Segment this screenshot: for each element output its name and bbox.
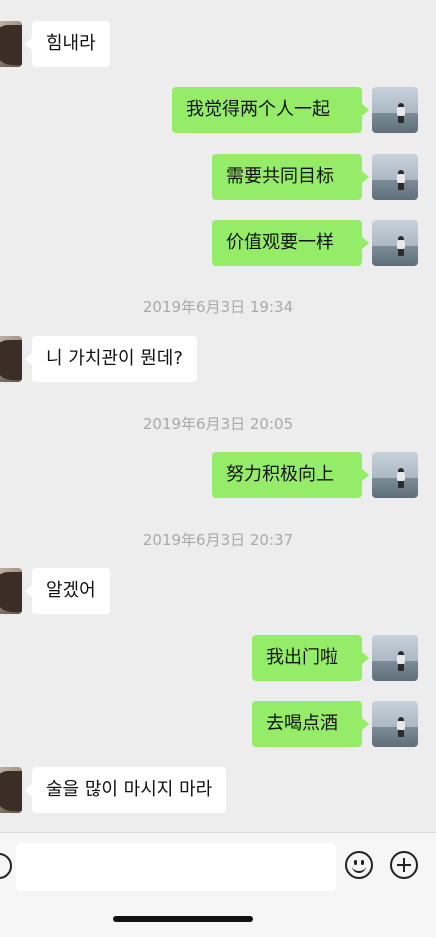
received-message-bubble[interactable]: 술을 많이 마시지 마라 [24, 767, 227, 813]
sent-message-bubble[interactable]: 需要共同目标 [212, 154, 369, 200]
message-row: 我出门啦 [0, 635, 436, 683]
message-row: 价值观要一样 [0, 220, 436, 268]
message-row: 술을 많이 마시지 마라 [0, 767, 436, 815]
message-row: 알겠어 [0, 568, 436, 616]
timestamp: 2019年6月3日 19:34 [142, 298, 294, 316]
message-row: 去喝点酒 [0, 701, 436, 749]
message-row: 需要共同目标 [0, 154, 436, 202]
message-row: 我觉得两个人一起 [0, 87, 436, 135]
received-message-bubble[interactable]: 니 가치관이 뭔데? [25, 336, 197, 382]
home-indicator[interactable] [113, 916, 253, 922]
contact-avatar[interactable] [0, 767, 22, 813]
sent-message-bubble[interactable]: 我出门啦 [252, 635, 369, 681]
received-message-bubble[interactable]: 힘내라 [25, 21, 110, 67]
my-avatar[interactable] [372, 452, 418, 498]
emoji-icon[interactable] [345, 851, 373, 879]
message-input[interactable] [16, 843, 336, 891]
received-message-bubble[interactable]: 알겠어 [25, 568, 110, 614]
contact-avatar[interactable] [0, 568, 22, 614]
timestamp: 2019年6月3日 20:37 [142, 531, 294, 549]
contact-avatar[interactable] [0, 21, 22, 67]
sent-message-bubble[interactable]: 去喝点酒 [252, 701, 369, 747]
contact-avatar[interactable] [0, 336, 22, 382]
my-avatar[interactable] [372, 87, 418, 133]
voice-icon[interactable] [0, 853, 12, 879]
plus-vertical [403, 858, 405, 872]
timestamp: 2019年6月3日 20:05 [142, 415, 294, 433]
sent-message-bubble[interactable]: 努力积极向上 [212, 452, 369, 498]
my-avatar[interactable] [372, 220, 418, 266]
emoji-mouth [352, 864, 366, 873]
plus-icon[interactable] [390, 851, 418, 879]
sent-message-bubble[interactable]: 价值观要一样 [212, 220, 369, 266]
message-row: 努力积极向上 [0, 452, 436, 500]
my-avatar[interactable] [372, 635, 418, 681]
chat-area[interactable]: 힘내라 我觉得两个人一起 需要共同目标 价值观要一样 2019年6月3日 19:… [0, 0, 436, 830]
my-avatar[interactable] [372, 701, 418, 747]
message-row: 니 가치관이 뭔데? [0, 336, 436, 384]
message-row: 힘내라 [0, 21, 436, 69]
sent-message-bubble[interactable]: 我觉得两个人一起 [172, 87, 369, 133]
my-avatar[interactable] [372, 154, 418, 200]
